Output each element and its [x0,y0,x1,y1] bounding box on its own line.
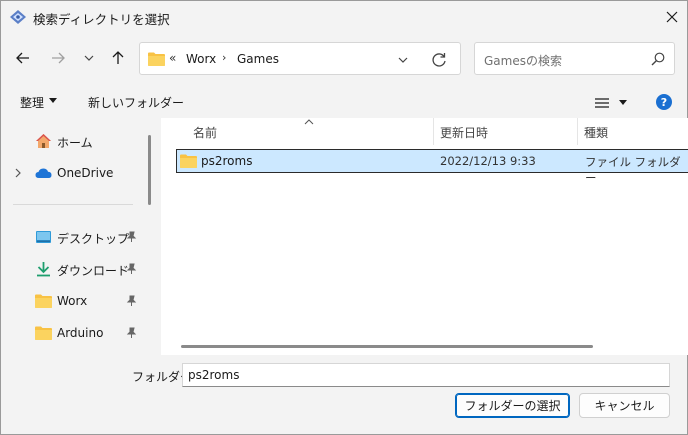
select-folder-button[interactable]: フォルダーの選択 [455,393,570,418]
search-input[interactable]: Gamesの検索 [484,52,562,69]
file-list: 名前 更新日時 種類 ps2roms 2022/12/13 9:33 ファイル … [161,118,688,355]
column-header-date[interactable]: 更新日時 [440,124,488,141]
breadcrumb-separator[interactable]: › [222,51,226,64]
breadcrumb-games[interactable]: Games [237,52,279,66]
column-separator[interactable] [433,118,434,145]
help-button[interactable]: ? [656,94,672,110]
file-name: ps2roms [201,154,253,168]
up-button[interactable] [104,44,132,72]
horizontal-scrollbar[interactable] [181,345,593,348]
file-row[interactable]: ps2roms 2022/12/13 9:33 ファイル フォルダー [176,149,688,185]
arrow-up-icon [112,51,124,64]
nav-item-label: デスクトップ [57,232,130,246]
new-folder-button[interactable]: 新しいフォルダー [88,94,184,111]
refresh-icon[interactable] [430,51,448,69]
pin-icon[interactable] [126,263,137,275]
pin-icon[interactable] [126,231,137,243]
folder-icon [180,154,197,168]
nav-item-desktop[interactable]: デスクトップ [2,223,160,251]
home-icon [36,134,51,148]
folder-picker-dialog: 検索ディレクトリを選択 « Worx › Games Gamesの検索 整理 新… [0,0,688,435]
nav-item-downloads[interactable]: ダウンロード [2,255,160,283]
column-header-type[interactable]: 種類 [584,124,608,141]
arrow-right-icon [52,52,65,64]
pin-icon[interactable] [126,327,137,339]
nav-item-onedrive[interactable]: OneDrive [2,159,160,187]
recent-locations-button[interactable] [75,44,103,72]
nav-item-home[interactable]: ホーム [2,127,160,155]
nav-item-label: OneDrive [57,166,114,180]
download-icon [37,262,50,277]
chevron-down-icon[interactable] [396,53,410,67]
desktop-icon [36,231,51,243]
caret-down-icon[interactable] [49,98,57,104]
breadcrumb-worx[interactable]: Worx [186,52,216,66]
address-overflow[interactable]: « [169,51,176,65]
file-type: ファイル フォルダー [585,155,681,185]
caret-down-icon [619,100,627,105]
nav-item-label: Worx [57,294,88,308]
close-button[interactable] [659,5,685,29]
nav-item-arduino[interactable]: Arduino [2,319,160,347]
navigation-pane: ホーム OneDrive デスクトップ ダウンロード Worx Arduino [2,118,161,355]
column-separator[interactable] [577,118,578,145]
search-icon[interactable] [651,52,665,66]
nav-divider [13,204,133,205]
folder-icon [148,52,165,66]
folder-name-input[interactable] [182,363,670,387]
address-bar[interactable]: « Worx › Games [139,42,461,75]
search-box[interactable]: Gamesの検索 [474,42,675,75]
organize-button[interactable]: 整理 [20,94,44,111]
view-options-button[interactable] [590,93,632,113]
folder-icon [35,294,52,308]
sort-ascending-icon [304,119,314,125]
nav-item-label: ホーム [57,136,93,150]
column-header-name[interactable]: 名前 [193,124,217,141]
cloud-icon [35,168,52,178]
nav-item-worx[interactable]: Worx [2,287,160,315]
chevron-right-icon[interactable] [14,168,22,178]
pin-icon[interactable] [126,295,137,307]
back-button[interactable] [9,44,37,72]
nav-scrollbar[interactable] [148,135,151,205]
list-view-icon [595,98,609,108]
app-icon [10,10,26,24]
forward-button[interactable] [44,44,72,72]
title-bar: 検索ディレクトリを選択 [1,1,687,33]
arrow-left-icon [16,52,29,64]
folder-icon [35,326,52,340]
chevron-down-icon [84,55,94,61]
cancel-button[interactable]: キャンセル [579,393,670,418]
file-date: 2022/12/13 9:33 [440,154,536,168]
nav-item-label: ダウンロード [57,264,130,278]
close-icon [666,11,678,23]
nav-item-label: Arduino [57,326,104,340]
window-title: 検索ディレクトリを選択 [33,12,170,27]
